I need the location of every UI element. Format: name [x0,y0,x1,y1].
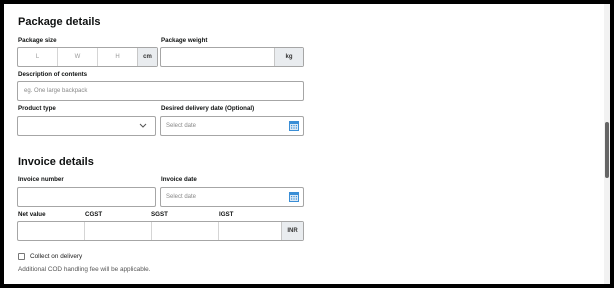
invoice-details-title: Invoice details [18,156,94,168]
igst-input[interactable] [219,222,283,240]
weight-unit: kg [274,48,303,66]
collect-on-delivery-label[interactable]: Collect on delivery [30,253,82,260]
package-size-label: Package size [18,37,57,44]
form-panel: Package details Package size L W H cm Pa… [4,4,604,284]
delivery-date-placeholder: Select date [166,123,197,129]
height-input[interactable]: H [98,48,138,66]
collect-on-delivery-checkbox[interactable] [18,253,25,260]
igst-label: IGST [219,211,234,218]
package-weight-field[interactable]: kg [160,47,304,67]
calendar-icon[interactable] [289,121,299,131]
scrollbar-thumb[interactable] [605,122,609,178]
length-input[interactable]: L [18,48,58,66]
cgst-input[interactable] [85,222,152,240]
description-label: Description of contents [18,71,88,78]
calendar-icon[interactable] [289,192,299,202]
sgst-input[interactable] [152,222,219,240]
tax-values-field: INR [17,221,304,241]
cgst-label: CGST [85,211,103,218]
product-type-select[interactable] [17,116,156,136]
chevron-down-icon [139,123,147,128]
invoice-date-input[interactable]: Select date [160,187,304,207]
description-placeholder: eg. One large backpack [24,88,88,94]
size-unit: cm [137,48,157,66]
invoice-number-input[interactable] [17,187,156,207]
sgst-label: SGST [151,211,168,218]
package-size-field: L W H cm [17,47,158,67]
delivery-date-input[interactable]: Select date [160,116,304,136]
net-value-label: Net value [18,211,46,218]
invoice-date-label: Invoice date [161,176,197,183]
net-value-input[interactable] [18,222,85,240]
package-details-title: Package details [18,16,101,28]
width-input[interactable]: W [58,48,98,66]
currency-unit: INR [281,222,303,240]
invoice-date-placeholder: Select date [166,194,197,200]
cod-fee-note: Additional COD handling fee will be appl… [18,266,151,273]
delivery-date-label: Desired delivery date (Optional) [161,105,255,112]
description-input[interactable]: eg. One large backpack [17,81,304,101]
package-weight-label: Package weight [161,37,208,44]
invoice-number-label: Invoice number [18,176,64,183]
page-scrollbar[interactable] [604,4,610,284]
product-type-label: Product type [18,105,56,112]
